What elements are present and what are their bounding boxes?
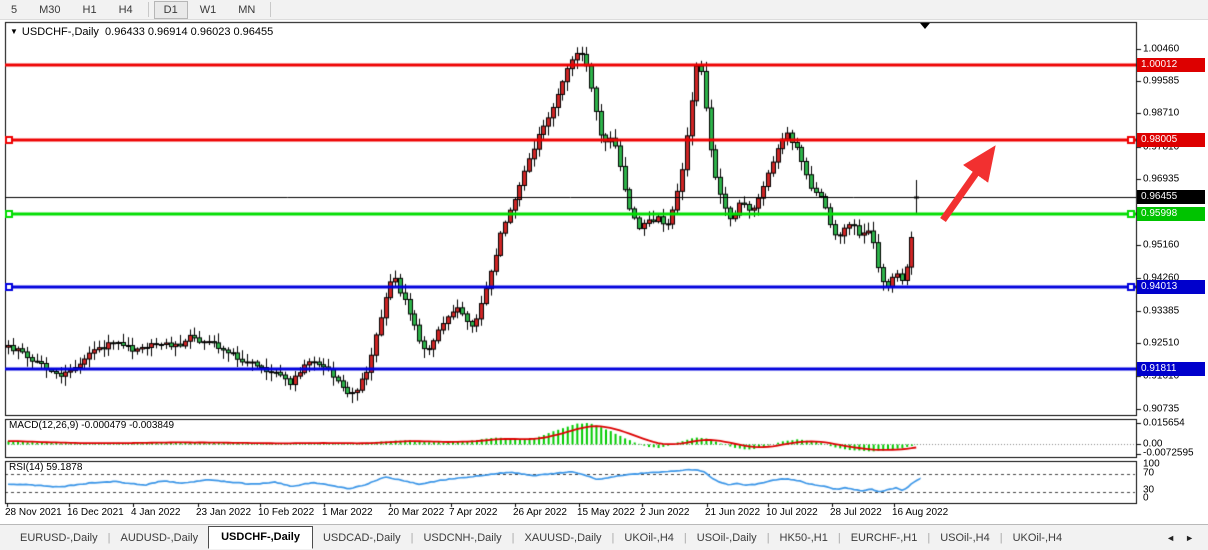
- chart-tab-usdcad[interactable]: USDCAD-,Daily: [313, 529, 411, 547]
- date-axis-label: 2 Jun 2022: [640, 507, 690, 518]
- price-chart-canvas[interactable]: [0, 0, 1208, 550]
- down-triangle-marker-icon: [920, 23, 930, 29]
- chart-tab-hk50[interactable]: HK50-,H1: [770, 529, 838, 547]
- date-axis-label: 4 Jan 2022: [131, 507, 181, 518]
- date-axis-label: 23 Jan 2022: [196, 507, 251, 518]
- price-tick-label: 0.93385: [1143, 305, 1179, 316]
- macd-indicator-label: MACD(12,26,9) -0.000479 -0.003849: [9, 420, 174, 431]
- rsi-indicator-label: RSI(14) 59.1878: [9, 462, 82, 473]
- chart-symbol-label: USDCHF-,Daily: [22, 26, 99, 38]
- date-axis-label: 1 Mar 2022: [322, 507, 373, 518]
- macd-tick-label: 0.015654: [1143, 417, 1185, 428]
- price-line-badge: 0.94013: [1137, 280, 1205, 294]
- chart-title: ▼ USDCHF-,Daily 0.96433 0.96914 0.96023 0…: [10, 26, 273, 38]
- timeframe-button-w1[interactable]: W1: [190, 1, 227, 19]
- tab-scroll-controls: ◄ ►: [1166, 533, 1208, 543]
- chart-tab-usdcnh[interactable]: USDCNH-,Daily: [413, 529, 511, 547]
- chart-tab-bar: EURUSD-,Daily|AUDUSD-,DailyUSDCHF-,Daily…: [0, 524, 1208, 550]
- date-axis-label: 10 Jul 2022: [766, 507, 818, 518]
- price-line-badge: 0.91811: [1137, 362, 1205, 376]
- price-line-badge: 0.98005: [1137, 133, 1205, 147]
- date-axis-label: 16 Aug 2022: [892, 507, 948, 518]
- timeframe-toolbar: 5M30H1H4 D1W1MN: [0, 0, 1208, 20]
- price-tick-label: 0.90735: [1143, 403, 1179, 414]
- toolbar-separator: [270, 2, 271, 17]
- chart-tab-usoil[interactable]: USOil-,H4: [930, 529, 1000, 547]
- timeframe-button-5[interactable]: 5: [1, 1, 27, 19]
- price-tick-label: 0.99585: [1143, 76, 1179, 87]
- tab-scroll-right-button[interactable]: ►: [1185, 533, 1194, 543]
- date-axis-label: 20 Mar 2022: [388, 507, 444, 518]
- chart-tab-usoil[interactable]: USOil-,Daily: [687, 529, 767, 547]
- chart-tab-eurchf[interactable]: EURCHF-,H1: [841, 529, 928, 547]
- current-price-badge: 0.96455: [1137, 190, 1205, 204]
- price-tick-label: 1.00460: [1143, 43, 1179, 54]
- chart-tab-usdchf[interactable]: USDCHF-,Daily: [208, 526, 313, 549]
- chart-tab-eurusd[interactable]: EURUSD-,Daily: [10, 529, 108, 547]
- date-axis-label: 16 Dec 2021: [67, 507, 124, 518]
- timeframe-button-m30[interactable]: M30: [29, 1, 70, 19]
- date-axis-label: 10 Feb 2022: [258, 507, 314, 518]
- mt4-terminal: 5M30H1H4 D1W1MN ▼ USDCHF-,Daily 0.96433 0.…: [0, 0, 1208, 550]
- price-tick-label: 0.98710: [1143, 108, 1179, 119]
- price-tick-label: 0.96935: [1143, 174, 1179, 185]
- timeframe-button-h1[interactable]: H1: [73, 1, 107, 19]
- chart-tab-ukoil[interactable]: UKOil-,H4: [614, 529, 684, 547]
- date-axis-label: 7 Apr 2022: [449, 507, 497, 518]
- macd-tick-label: -0.0072595: [1143, 448, 1194, 459]
- date-axis-label: 21 Jun 2022: [705, 507, 760, 518]
- rsi-tick-label: 0: [1143, 492, 1149, 503]
- date-axis-label: 28 Nov 2021: [5, 507, 62, 518]
- timeframe-button-mn[interactable]: MN: [228, 1, 265, 19]
- timeframe-button-h4[interactable]: H4: [109, 1, 143, 19]
- rsi-tick-label: 70: [1143, 467, 1154, 478]
- tab-scroll-left-button[interactable]: ◄: [1166, 533, 1175, 543]
- price-line-badge: 1.00012: [1137, 58, 1205, 72]
- date-axis-label: 26 Apr 2022: [513, 507, 567, 518]
- timeframe-button-d1[interactable]: D1: [154, 1, 188, 19]
- price-line-badge: 0.95998: [1137, 207, 1205, 221]
- price-tick-label: 0.92510: [1143, 338, 1179, 349]
- date-axis-label: 28 Jul 2022: [830, 507, 882, 518]
- chart-ohlc-values: 0.96433 0.96914 0.96023 0.96455: [105, 26, 273, 38]
- price-tick-label: 0.95160: [1143, 239, 1179, 250]
- chevron-down-icon[interactable]: ▼: [10, 27, 18, 36]
- timeframe-buttons: 5M30H1H4 D1W1MN: [0, 1, 275, 19]
- toolbar-separator: [148, 2, 149, 17]
- chart-tab-xauusd[interactable]: XAUUSD-,Daily: [515, 529, 612, 547]
- chart-tab-audusd[interactable]: AUDUSD-,Daily: [110, 529, 208, 547]
- chart-tab-ukoil[interactable]: UKOil-,H4: [1003, 529, 1073, 547]
- chart-tabs: EURUSD-,Daily|AUDUSD-,DailyUSDCHF-,Daily…: [10, 527, 1072, 549]
- date-axis-label: 15 May 2022: [577, 507, 635, 518]
